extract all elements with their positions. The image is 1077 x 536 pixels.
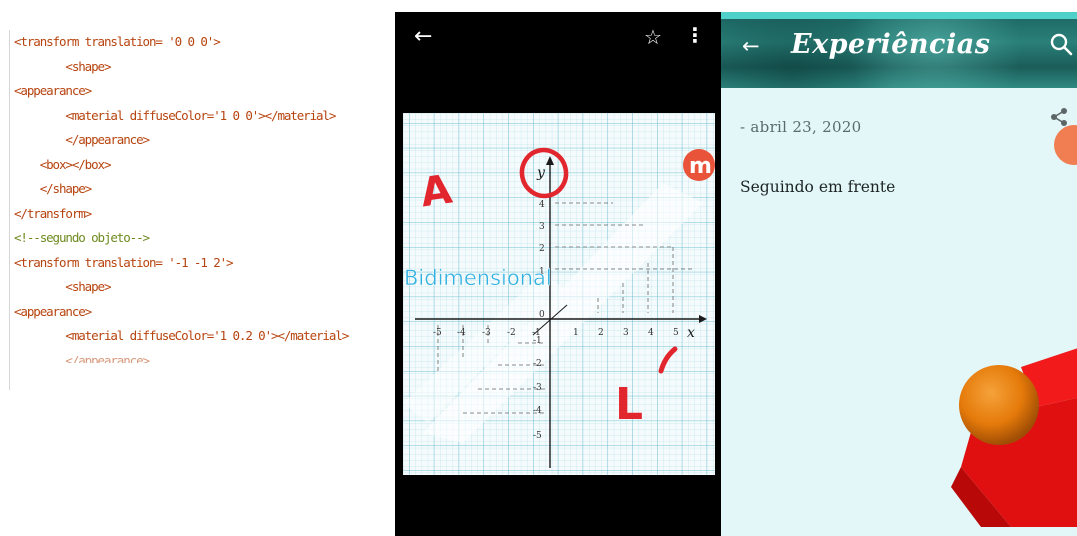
publisher-logo-letter: m (689, 154, 712, 179)
x-tick-label: 5 (673, 328, 679, 338)
viewer-toolbar: ← ☆ ⋮ (395, 12, 721, 64)
handwritten-a: A (418, 167, 455, 217)
handwritten-l: L (615, 379, 643, 430)
y-axis-label: y (536, 165, 546, 181)
y-tick-label: -1 (533, 336, 542, 346)
back-arrow-icon[interactable]: ← (742, 34, 760, 58)
code-line: <!--segundo objeto--> (14, 230, 150, 245)
x-tick-label: -4 (457, 328, 466, 338)
bidimensional-text: Bidimensional (404, 266, 552, 290)
x-tick-label: -2 (507, 328, 516, 338)
code-line: <transform translation= '-1 -1 2'> (14, 254, 234, 270)
graph-photo: -5 -4 -3 -2 -1 1 2 3 4 5 4 3 2 1 -1 -2 -3 -4 -5 0 x y A L… (403, 113, 715, 475)
y-tick-label: -3 (533, 383, 542, 393)
more-vert-icon[interactable]: ⋮ (685, 23, 705, 47)
code-line: <appearance> (14, 303, 92, 319)
orange-sphere (959, 365, 1039, 445)
y-tick-label: -4 (533, 406, 542, 416)
x-tick-label: -3 (482, 328, 491, 338)
x-tick-label: 4 (648, 328, 654, 338)
post-title[interactable]: Seguindo em frente (740, 178, 895, 196)
star-icon[interactable]: ☆ (644, 25, 662, 49)
code-line: <shape> (14, 58, 111, 74)
code-line: </appearance> (14, 132, 150, 147)
search-icon[interactable] (1049, 29, 1075, 59)
code-line: </shape> (14, 181, 93, 196)
code-line: <shape> (14, 279, 111, 294)
x-tick-label: 2 (598, 328, 604, 338)
x-tick-label: 1 (573, 328, 579, 338)
x-tick-label: 3 (623, 328, 629, 338)
y-tick-label: 3 (539, 222, 545, 232)
author-avatar[interactable] (1054, 125, 1077, 165)
blog-title[interactable]: Experiências (791, 29, 990, 60)
x-tick-label: -5 (433, 328, 442, 338)
x3d-render-preview (951, 348, 1077, 527)
code-line: <material diffuseColor='1 0.2 0'></mater… (14, 328, 349, 343)
code-line: </transform> (14, 205, 92, 221)
back-arrow-icon[interactable]: ← (414, 24, 432, 49)
x-axis-label: x (687, 325, 695, 341)
code-line: <transform translation= '0 0 0'> (14, 34, 221, 49)
code-line: </appearance> (14, 352, 150, 363)
code-line: <box></box> (14, 156, 112, 172)
y-tick-label: 2 (539, 244, 545, 254)
code-line: <appearance> (14, 83, 92, 98)
code-block: <transform translation= '0 0 0'> <shape>… (9, 30, 390, 390)
photo-viewer-screen: ← ☆ ⋮ -5 -4 -3 -2 -1 1 2 3 4 5 4 3 2 1 -… (395, 12, 721, 536)
code-line: <material diffuseColor='1 0 0'></materia… (14, 107, 336, 123)
share-icon[interactable] (1048, 106, 1070, 128)
origin-label: 0 (539, 310, 545, 320)
y-tick-label: -2 (533, 359, 542, 369)
blog-screen: ← Experiências - abril 23, 2020 Seguindo… (721, 12, 1077, 536)
y-tick-label: 4 (539, 200, 545, 210)
blog-header: ← Experiências (721, 12, 1077, 88)
y-tick-label: -5 (533, 431, 542, 441)
post-date: - abril 23, 2020 (740, 118, 862, 136)
code-editor-panel: <transform translation= '0 0 0'> <shape>… (0, 0, 395, 536)
